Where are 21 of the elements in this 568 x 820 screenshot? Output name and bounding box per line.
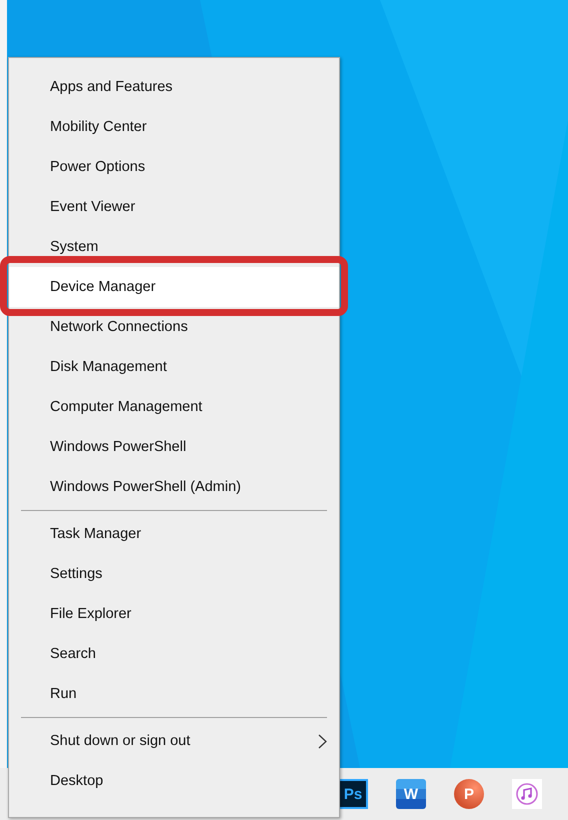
menu-item[interactable]: Task Manager: [50, 526, 142, 542]
menu-item[interactable]: Search: [50, 646, 96, 662]
app-icon[interactable]: W: [396, 779, 426, 809]
menu-item[interactable]: Mobility Center: [50, 119, 147, 135]
app-icon[interactable]: Ps: [338, 779, 368, 809]
menu-item[interactable]: Computer Management: [50, 399, 202, 415]
menu-item[interactable]: File Explorer: [50, 606, 132, 622]
menu-item[interactable]: Event Viewer: [50, 199, 136, 215]
menu-item[interactable]: Disk Management: [50, 359, 167, 375]
menu-item[interactable]: Windows PowerShell: [50, 439, 186, 455]
menu-item[interactable]: System: [50, 239, 98, 255]
menu-item[interactable]: Desktop: [50, 773, 104, 789]
menu-item[interactable]: Run: [50, 686, 77, 702]
menu-item[interactable]: Shut down or sign out: [50, 733, 190, 749]
menu-item[interactable]: Device Manager: [50, 279, 156, 295]
menu-item[interactable]: Network Connections: [50, 319, 188, 335]
menu-item[interactable]: Apps and Features: [50, 79, 173, 95]
menu-item[interactable]: Windows PowerShell (Admin): [50, 479, 241, 495]
menu-item[interactable]: Power Options: [50, 159, 146, 175]
menu-item[interactable]: Settings: [50, 566, 102, 582]
music-note-icon[interactable]: [512, 779, 542, 809]
